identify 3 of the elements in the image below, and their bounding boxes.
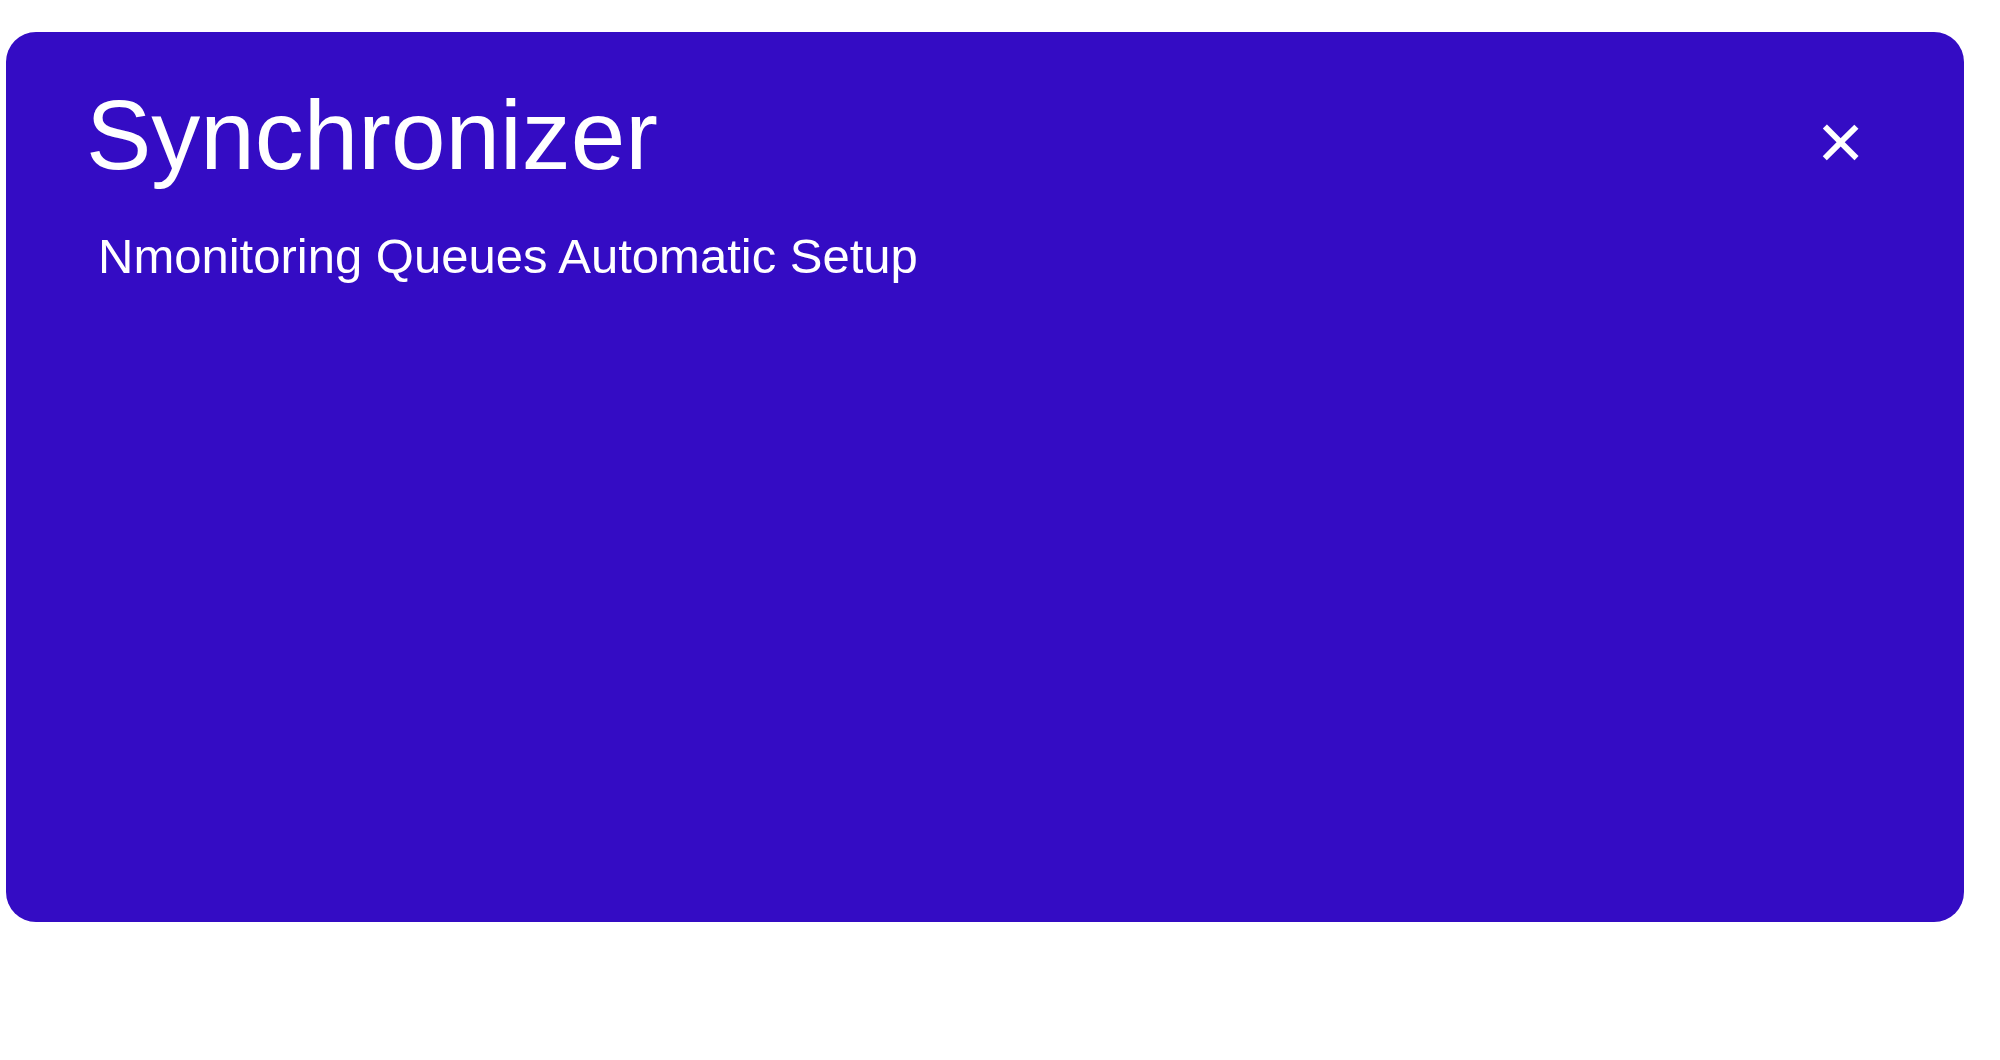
close-button[interactable]: × xyxy=(1807,102,1874,182)
card-title: Synchronizer xyxy=(86,82,658,190)
card-subtitle: Nmonitoring Queues Automatic Setup xyxy=(98,227,919,285)
